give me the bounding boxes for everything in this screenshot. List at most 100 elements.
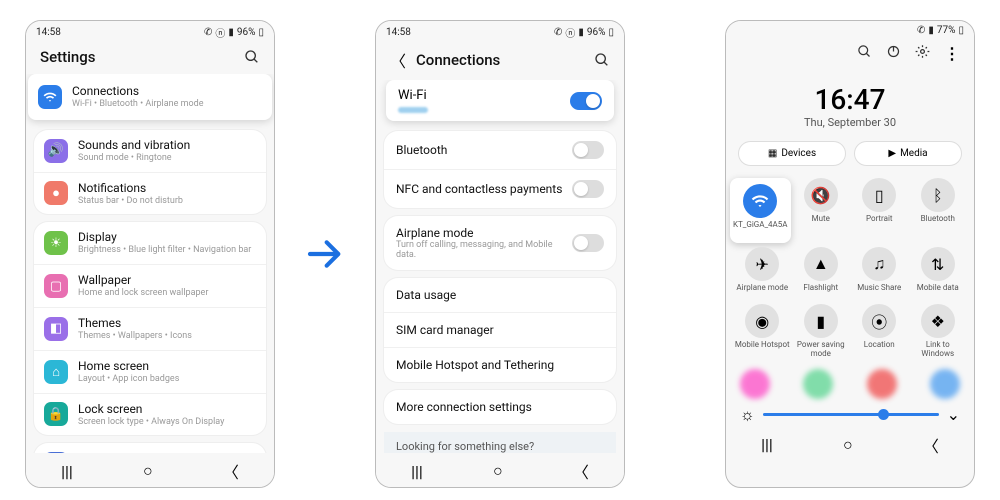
settings-row-lockscreen[interactable]: 🔒 Lock screenScreen lock type • Always O…	[34, 394, 266, 436]
settings-row-themes[interactable]: ◧ ThemesThemes • Wallpapers • Icons	[34, 308, 266, 351]
themes-icon: ◧	[44, 317, 68, 341]
home-button[interactable]: ○	[143, 461, 153, 481]
status-bar: 14:58 ✆ ⓝ ▮ 96% ▯	[26, 21, 274, 42]
recents-button[interactable]: |||	[761, 435, 773, 454]
tile-location[interactable]: ⦿Location	[851, 304, 908, 359]
connections-header: 〈 Connections	[376, 42, 624, 80]
nfc-toggle[interactable]	[572, 180, 604, 198]
wifi-icon	[743, 184, 777, 218]
settings-row-homescreen[interactable]: ⌂ Home screenLayout • App icon badges	[34, 351, 266, 394]
bluetooth-toggle[interactable]	[572, 141, 604, 159]
phone-connections: 14:58 ✆ⓝ▮96%▯ 〈 Connections Wi-Fi Blueto…	[375, 20, 625, 488]
data-icon: ⇅	[921, 247, 955, 281]
sim-row[interactable]: SIM card manager	[384, 313, 616, 348]
search-icon[interactable]	[594, 52, 610, 68]
data-usage-row[interactable]: Data usage	[384, 278, 616, 313]
windows-icon: ❖	[921, 304, 955, 338]
gear-icon[interactable]	[915, 44, 930, 63]
devices-button[interactable]: ▦Devices	[738, 141, 846, 166]
settings-row-sounds[interactable]: 🔊 Sounds and vibrationSound mode • Ringt…	[34, 130, 266, 173]
tile-portrait[interactable]: ▯Portrait	[851, 178, 908, 243]
vibrate-icon: ✆	[204, 27, 212, 38]
recents-button[interactable]: |||	[411, 462, 423, 481]
brightness-slider-row: ☼ ⌄	[726, 399, 974, 427]
wifi-label: Wi-Fi	[398, 88, 428, 103]
home-button[interactable]: ○	[843, 435, 853, 455]
settings-row-notifications[interactable]: ● NotificationsStatus bar • Do not distu…	[34, 173, 266, 215]
tile-hotspot[interactable]: ◉Mobile Hotspot	[734, 304, 791, 359]
looking-section: Looking for something else? Samsung Clou…	[384, 432, 616, 453]
tile-bluetooth[interactable]: ᛒBluetooth	[910, 178, 967, 243]
back-button[interactable]: 〈	[923, 433, 939, 457]
quickpanel-toolbar: ⋮	[726, 38, 974, 69]
phone-quickpanel: ✆▮77%▯ ⋮ 16:47 Thu, September 30 ▦Device…	[725, 20, 975, 488]
tile-mute[interactable]: 🔇Mute	[793, 178, 850, 243]
clock-time: 16:47	[726, 83, 974, 116]
lock-icon: 🔒	[44, 402, 68, 426]
connections-card[interactable]: Connections Wi-Fi • Bluetooth • Airplane…	[28, 74, 272, 120]
status-right: ✆ ⓝ ▮ 96% ▯	[204, 25, 264, 40]
wifi-row[interactable]: Wi-Fi	[386, 80, 614, 121]
status-bar: ✆▮77%▯	[726, 21, 974, 38]
more-row[interactable]: More connection settings	[384, 390, 616, 424]
hotspot-row[interactable]: Mobile Hotspot and Tethering	[384, 348, 616, 382]
status-time: 14:58	[36, 27, 61, 38]
display-icon: ☀	[44, 231, 68, 255]
tile-mobile-data[interactable]: ⇅Mobile data	[910, 247, 967, 300]
rotate-icon: ▯	[862, 178, 896, 212]
power-icon[interactable]	[886, 44, 901, 63]
wifi-toggle[interactable]	[570, 92, 602, 110]
row-title: Connections	[72, 84, 262, 99]
search-icon[interactable]	[244, 49, 260, 65]
status-bar: 14:58 ✆ⓝ▮96%▯	[376, 21, 624, 42]
back-button[interactable]: 〈	[573, 459, 589, 483]
tile-music-share[interactable]: ♫Music Share	[851, 247, 908, 300]
battery-icon: ▯	[258, 27, 264, 38]
brightness-icon: ☼	[740, 405, 755, 425]
nfc-row[interactable]: NFC and contactless payments	[384, 170, 616, 208]
settings-row-wallpaper[interactable]: ▢ WallpaperHome and lock screen wallpape…	[34, 265, 266, 308]
home-button[interactable]: ○	[493, 461, 503, 481]
brightness-slider[interactable]	[763, 413, 939, 416]
page-title: Settings	[40, 48, 96, 66]
back-icon[interactable]: 〈	[390, 48, 406, 72]
bluetooth-row[interactable]: Bluetooth	[384, 131, 616, 170]
media-icon: ▶	[888, 148, 896, 159]
flashlight-icon: ▲	[804, 247, 838, 281]
expand-icon[interactable]: ⌄	[947, 405, 960, 424]
wallpaper-icon: ▢	[44, 274, 68, 298]
bell-icon: ●	[44, 181, 68, 205]
airplane-toggle[interactable]	[572, 234, 604, 252]
music-icon: ♫	[862, 247, 896, 281]
tile-link-windows[interactable]: ❖Link to Windows	[910, 304, 967, 359]
home-icon: ⌂	[44, 360, 68, 384]
phone-settings: 14:58 ✆ ⓝ ▮ 96% ▯ Settings Connections W…	[25, 20, 275, 488]
page-title: Connections	[416, 51, 500, 69]
settings-row-biometrics[interactable]: ◉ Biometrics and securityFace recognitio…	[34, 443, 266, 453]
battery-icon: ▮	[804, 304, 838, 338]
background-apps	[726, 367, 974, 399]
nav-bar: ||| ○ 〈	[376, 453, 624, 487]
row-sub: Wi-Fi • Bluetooth • Airplane mode	[72, 99, 262, 110]
settings-header: Settings	[26, 42, 274, 74]
clock: 16:47 Thu, September 30	[726, 69, 974, 133]
nav-bar: ||| ○ 〈	[726, 427, 974, 461]
tile-flashlight[interactable]: ▲Flashlight	[793, 247, 850, 300]
tile-wifi[interactable]: KT_GiGA_4A5A	[732, 184, 789, 237]
tile-airplane[interactable]: ✈Airplane mode	[734, 247, 791, 300]
nav-bar: ||| ○ 〈	[26, 453, 274, 487]
tile-power-saving[interactable]: ▮Power saving mode	[793, 304, 850, 359]
airplane-row[interactable]: Airplane modeTurn off calling, messaging…	[384, 216, 616, 270]
battery-text: 96%	[237, 27, 256, 38]
signal-icon: ▮	[228, 27, 234, 38]
location-icon: ⦿	[862, 304, 896, 338]
recents-button[interactable]: |||	[61, 462, 73, 481]
more-icon[interactable]: ⋮	[944, 44, 960, 63]
search-icon[interactable]	[857, 44, 872, 63]
wifi-network-name	[398, 107, 428, 113]
media-button[interactable]: ▶Media	[854, 141, 962, 166]
settings-row-display[interactable]: ☀ DisplayBrightness • Blue light filter …	[34, 222, 266, 265]
hotspot-icon: ◉	[745, 304, 779, 338]
settings-list[interactable]: Connections Wi-Fi • Bluetooth • Airplane…	[26, 74, 274, 453]
back-button[interactable]: 〈	[223, 459, 239, 483]
